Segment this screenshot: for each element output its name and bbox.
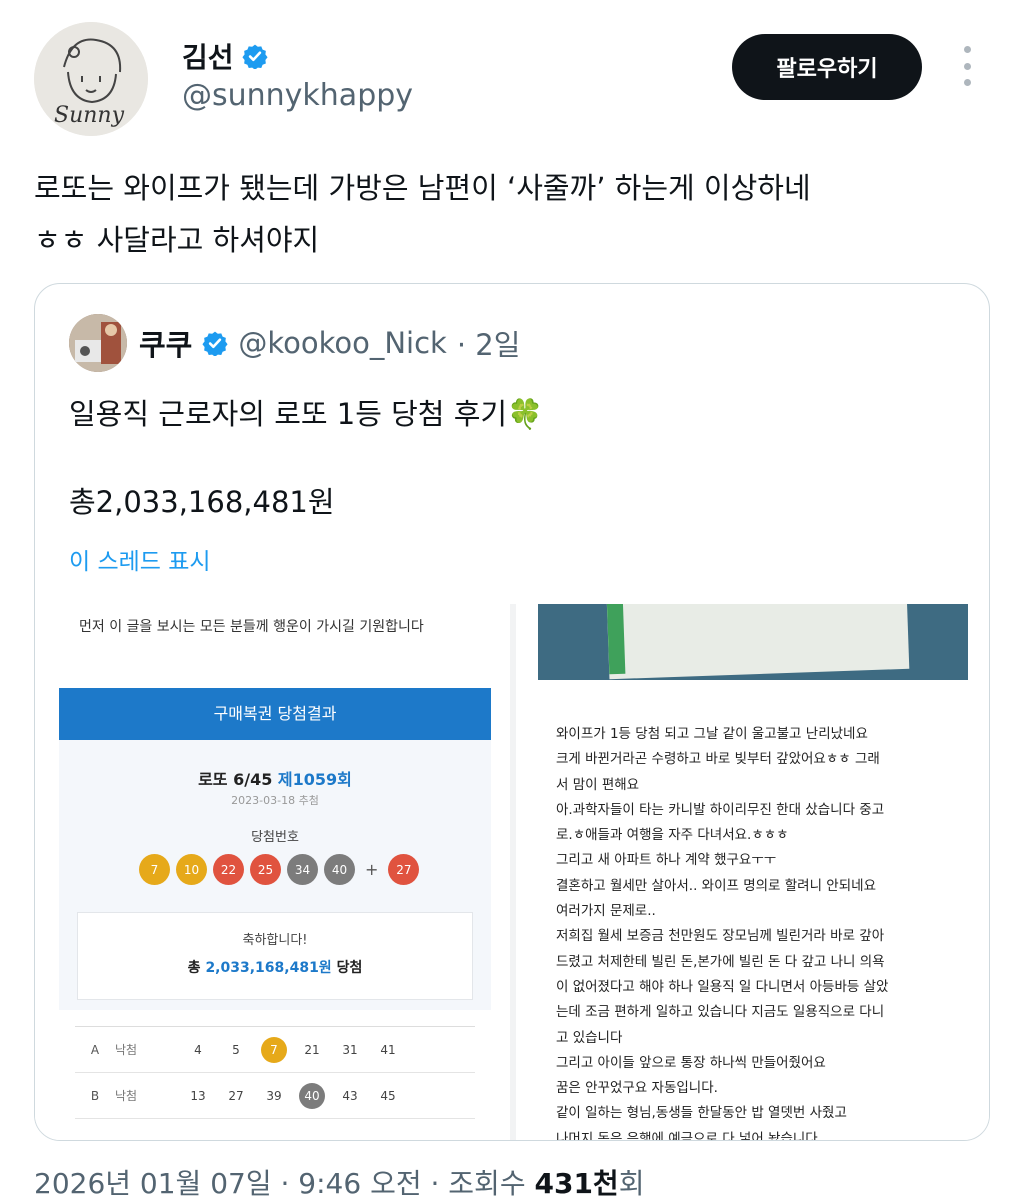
author-avatar[interactable]: Sunny xyxy=(34,22,148,136)
ticket-table: A 낙첨 4 5 7 21 31 41 B 낙첨 13 27 39 40 43 45 xyxy=(75,1026,475,1119)
ticket-number: 4 xyxy=(194,1042,202,1057)
story-line: 서 맘이 편해요 xyxy=(556,776,640,793)
quote-timestamp[interactable]: · 2일 xyxy=(457,322,521,364)
quote-author-handle[interactable]: @kookoo_Nick xyxy=(238,326,446,360)
plus-sign: + xyxy=(365,860,379,879)
story-line: 저희집 월세 보증금 천만원도 장모님께 빌린거라 바로 갚아 xyxy=(556,928,885,945)
story-line: 같이 일하는 형님,동생들 한달동안 밥 열뎃번 사줬고 xyxy=(556,1105,847,1122)
ticket-number: 27 xyxy=(228,1088,244,1103)
ticket-number: 31 xyxy=(342,1042,358,1057)
ticket-number: 21 xyxy=(304,1042,320,1057)
clover-icon: 🍀 xyxy=(507,397,544,431)
story-line: 크게 바뀐거라곤 수령하고 바로 빚부터 갚았어요ㅎㅎ 그래 xyxy=(556,751,880,768)
ticket-number: 43 xyxy=(342,1088,358,1103)
lotto-ball: 34 xyxy=(287,854,318,885)
story-line: 여러가지 문제로.. xyxy=(556,903,656,920)
ticket-line-label: A xyxy=(90,1042,100,1057)
ticket-number: 39 xyxy=(266,1088,282,1103)
lotto-ball: 10 xyxy=(176,854,207,885)
story-line: 이 없어졌다고 해야 하나 일용직 일 다니면서 아등바등 살았 xyxy=(556,978,889,995)
verified-badge-icon xyxy=(202,331,228,356)
tweet-text: 로또는 와이프가 됐는데 가방은 남편이 ‘사줄까’ 하는게 이상하네 ㅎㅎ 사… xyxy=(34,162,984,266)
story-line: 나머지 돈은 은행에 예금으로 다 넣어 놨습니다 xyxy=(556,1130,818,1141)
quote-text-line: 일용직 근로자의 로또 1등 당첨 후기🍀 xyxy=(69,397,544,431)
story-line: 고 있습니다 xyxy=(556,1029,623,1046)
story-line: 는데 조금 편하게 일하고 있습니다 지금도 일용직으로 다니 xyxy=(556,1004,885,1021)
author-name-row[interactable]: 김선 xyxy=(182,36,268,76)
story-text: 와이프가 1등 당첨 되고 그날 같이 울고불고 난리났네요크게 바뀐거라곤 수… xyxy=(556,722,966,1141)
intro-text: 먼저 이 글을 보시는 모든 분들께 행운이 가시길 기원합니다 xyxy=(79,619,424,635)
ticket-photo xyxy=(538,604,968,680)
bonus-ball: 27 xyxy=(388,854,420,885)
ticket-number: 7 xyxy=(261,1036,287,1063)
quote-author-avatar[interactable] xyxy=(69,314,127,372)
avatar-signature: Sunny xyxy=(54,103,125,128)
story-line: 아.과학자들이 타는 카니발 하이리무진 한대 샀습니다 중고 xyxy=(556,801,885,818)
lotto-ball: 40 xyxy=(324,854,355,885)
winning-balls: 7 10 22 25 34 40 +27 xyxy=(139,854,420,885)
prize-text: 총 2,033,168,481원 당첨 xyxy=(187,960,363,976)
round-label: 로또 6/45 제1059회 xyxy=(198,770,352,789)
congrats-box: 축하합니다! 총 2,033,168,481원 당첨 xyxy=(77,912,473,1000)
lotto-ball: 7 xyxy=(139,854,170,885)
quoted-tweet-card[interactable]: 쿠쿠 @kookoo_Nick · 2일 일용직 근로자의 로또 1등 당첨 후… xyxy=(34,283,990,1141)
follow-button[interactable]: 팔로우하기 xyxy=(732,34,922,100)
ticket-number: 41 xyxy=(380,1042,396,1057)
lotto-ball: 22 xyxy=(213,854,244,885)
ticket-result: 낙첨 xyxy=(115,1043,138,1057)
story-line: 와이프가 1등 당첨 되고 그날 같이 울고불고 난리났네요 xyxy=(556,726,868,742)
result-box: 구매복권 당첨결과 로또 6/45 제1059회 2023-03-18 추첨 당… xyxy=(59,688,491,1010)
story-line: 그리고 새 아파트 하나 계약 했구요ㅜㅜ xyxy=(556,852,777,869)
tweet-timestamp: 2026년 01월 07일 · 9:46 오전 · 조회수 431천회 xyxy=(34,1167,645,1200)
tweet-text-line: ㅎㅎ 사달라고 하셔야지 xyxy=(34,223,320,257)
story-line: 그리고 아이들 앞으로 통장 하나씩 만들어줬어요 xyxy=(556,1054,826,1071)
quote-text: 일용직 근로자의 로또 1등 당첨 후기🍀 총2,033,168,481원 xyxy=(69,392,543,524)
ticket-row: B 낙첨 13 27 39 40 43 45 xyxy=(75,1073,475,1119)
lotto-result-image[interactable]: 먼저 이 글을 보시는 모든 분들께 행운이 가시길 기원합니다 구매복권 당첨… xyxy=(35,604,510,1140)
story-line: 로.ㅎ애들과 여행을 자주 다녀서요.ㅎㅎㅎ xyxy=(556,827,789,844)
story-image[interactable]: 와이프가 1등 당첨 되고 그날 같이 울고불고 난리났네요크게 바뀐거라곤 수… xyxy=(516,604,989,1141)
view-count: 431천 xyxy=(534,1167,619,1200)
tweet-text-line: 로또는 와이프가 됐는데 가방은 남편이 ‘사줄까’ 하는게 이상하네 xyxy=(34,171,811,205)
author-handle[interactable]: @sunnykhappy xyxy=(182,78,413,113)
ticket-line-label: B xyxy=(90,1088,100,1103)
draw-date: 2023-03-18 추첨 xyxy=(231,794,319,807)
congrats-text: 축하합니다! xyxy=(242,933,308,948)
quote-media[interactable]: 먼저 이 글을 보시는 모든 분들께 행운이 가시길 기원합니다 구매복권 당첨… xyxy=(35,604,989,1141)
result-box-title: 구매복권 당첨결과 xyxy=(59,688,491,740)
quote-text-line: 총2,033,168,481원 xyxy=(69,485,335,519)
story-line: 꿈은 안꾸었구요 자동입니다. xyxy=(556,1080,718,1097)
quote-author-name[interactable]: 쿠쿠 xyxy=(139,322,192,364)
lotto-ball: 25 xyxy=(250,854,281,885)
more-options-icon[interactable] xyxy=(958,46,976,86)
story-line: 결혼하고 월세만 살아서.. 와이프 명의로 할려니 안되네요 xyxy=(556,877,876,894)
ticket-result: 낙첨 xyxy=(115,1089,138,1103)
winning-numbers-label: 당첨번호 xyxy=(251,830,299,845)
ticket-number: 13 xyxy=(190,1088,206,1103)
author-name[interactable]: 김선 xyxy=(182,36,234,76)
quote-header: 쿠쿠 @kookoo_Nick · 2일 xyxy=(139,322,520,364)
show-thread-link[interactable]: 이 스레드 표시 xyxy=(69,542,211,576)
ticket-row: A 낙첨 4 5 7 21 31 41 xyxy=(75,1027,475,1073)
story-line: 드렸고 처제한테 빌린 돈,본가에 빌린 돈 다 갚고 나니 의욕 xyxy=(556,953,885,970)
verified-badge-icon xyxy=(241,44,268,69)
ticket-number: 5 xyxy=(232,1042,240,1057)
ticket-number: 45 xyxy=(380,1088,396,1103)
ticket-number: 40 xyxy=(299,1082,325,1109)
